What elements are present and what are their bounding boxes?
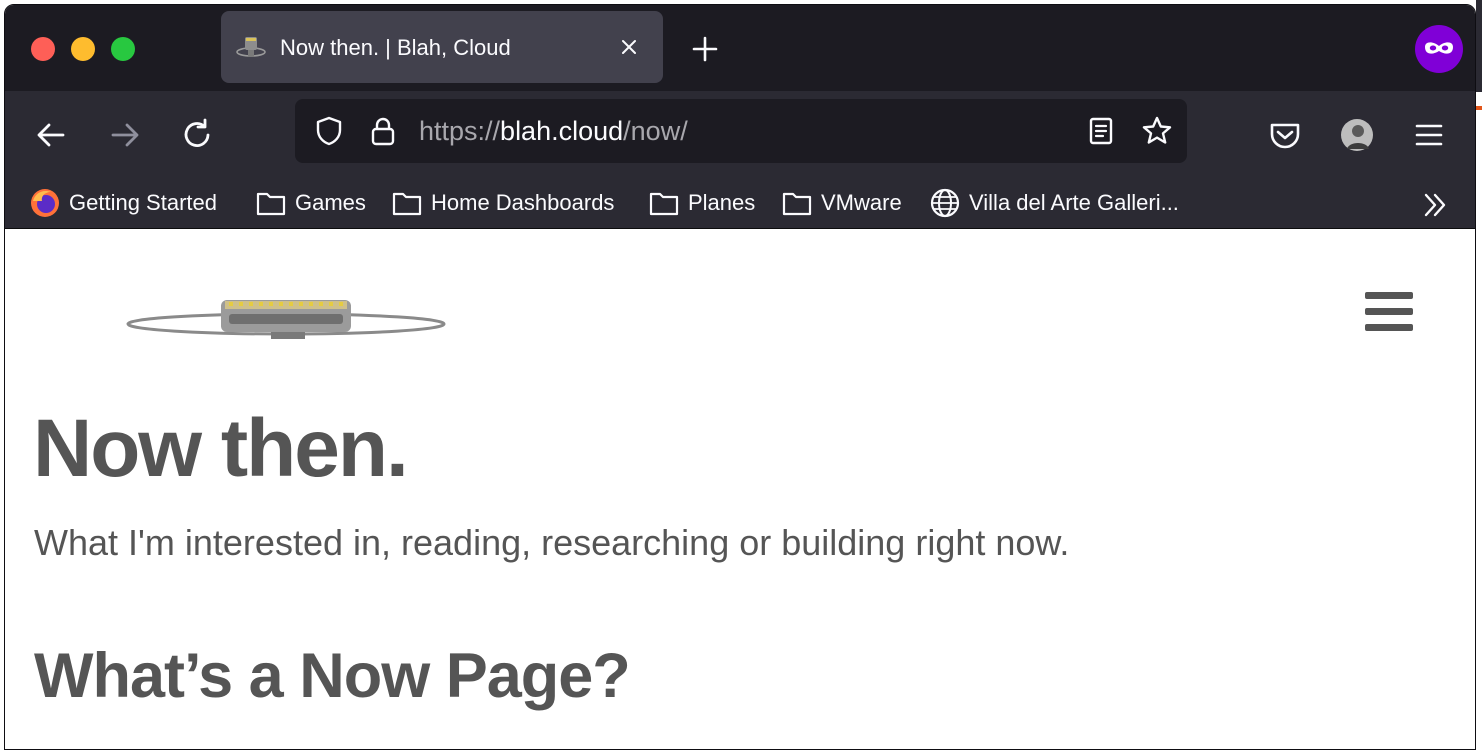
bookmark-folder-vmware[interactable]: VMware	[781, 185, 902, 221]
new-tab-icon[interactable]	[689, 33, 721, 65]
site-favicon-icon	[236, 37, 266, 57]
globe-icon	[930, 188, 960, 218]
back-arrow-icon[interactable]	[33, 117, 69, 153]
forward-arrow-icon[interactable]	[107, 117, 143, 153]
pocket-icon[interactable]	[1267, 117, 1303, 153]
tab-title: Now then. | Blah, Cloud	[280, 35, 511, 60]
bookmark-star-icon[interactable]	[1141, 115, 1173, 147]
folder-icon	[256, 192, 286, 216]
firefox-icon	[31, 189, 59, 217]
page-subtitle: What I'm interested in, reading, researc…	[34, 522, 1070, 563]
url-scheme: https://	[419, 116, 501, 146]
bookmarks-bar: Getting Started Games Home Dashboards Pl…	[5, 181, 1475, 229]
site-logo[interactable]	[123, 296, 449, 344]
bookmark-getting-started[interactable]: Getting Started	[29, 185, 217, 221]
bookmarks-overflow-chevron-icon[interactable]	[1419, 189, 1451, 221]
folder-icon	[649, 192, 679, 216]
background-window-edge	[1476, 0, 1482, 750]
folder-icon	[782, 192, 812, 216]
section-heading: What’s a Now Page?	[34, 641, 631, 711]
menu-icon[interactable]	[1411, 117, 1447, 153]
close-window-button[interactable]	[31, 37, 55, 61]
browser-window: Now then. | Blah, Cloud https://blah.clo…	[4, 4, 1476, 750]
bookmark-label: Planes	[688, 190, 756, 215]
bookmark-folder-home-dashboards[interactable]: Home Dashboards	[391, 185, 614, 221]
reader-view-icon[interactable]	[1085, 115, 1117, 147]
tab-active[interactable]: Now then. | Blah, Cloud	[221, 11, 663, 83]
private-browsing-icon[interactable]	[1415, 25, 1463, 73]
bookmark-folder-planes[interactable]: Planes	[648, 185, 755, 221]
minimize-window-button[interactable]	[71, 37, 95, 61]
page-content: Now then. What I'm interested in, readin…	[5, 230, 1475, 749]
shield-icon[interactable]	[313, 115, 345, 147]
zoom-window-button[interactable]	[111, 37, 135, 61]
close-tab-icon[interactable]	[617, 35, 641, 59]
reload-icon[interactable]	[179, 117, 215, 153]
tab-strip: Now then. | Blah, Cloud	[5, 5, 1475, 91]
page-title: Now then.	[33, 403, 409, 494]
url-text[interactable]: https://blah.cloud/now/	[419, 116, 688, 147]
navigation-toolbar: https://blah.cloud/now/	[5, 91, 1475, 181]
account-avatar-icon[interactable]	[1339, 117, 1375, 153]
url-bar[interactable]: https://blah.cloud/now/	[295, 99, 1187, 163]
bookmark-villa-del-arte[interactable]: Villa del Arte Galleri...	[929, 185, 1179, 221]
bookmark-label: Villa del Arte Galleri...	[969, 190, 1179, 215]
bookmark-folder-games[interactable]: Games	[255, 185, 366, 221]
site-menu-hamburger-icon[interactable]	[1365, 292, 1415, 332]
folder-icon	[392, 192, 422, 216]
bookmark-label: Home Dashboards	[431, 190, 615, 215]
bookmark-label: VMware	[821, 190, 902, 215]
url-path: /now/	[623, 116, 688, 146]
lock-icon[interactable]	[367, 115, 399, 147]
bookmark-label: Getting Started	[69, 190, 217, 215]
url-host: blah.cloud	[500, 116, 624, 146]
bookmark-label: Games	[295, 190, 366, 215]
